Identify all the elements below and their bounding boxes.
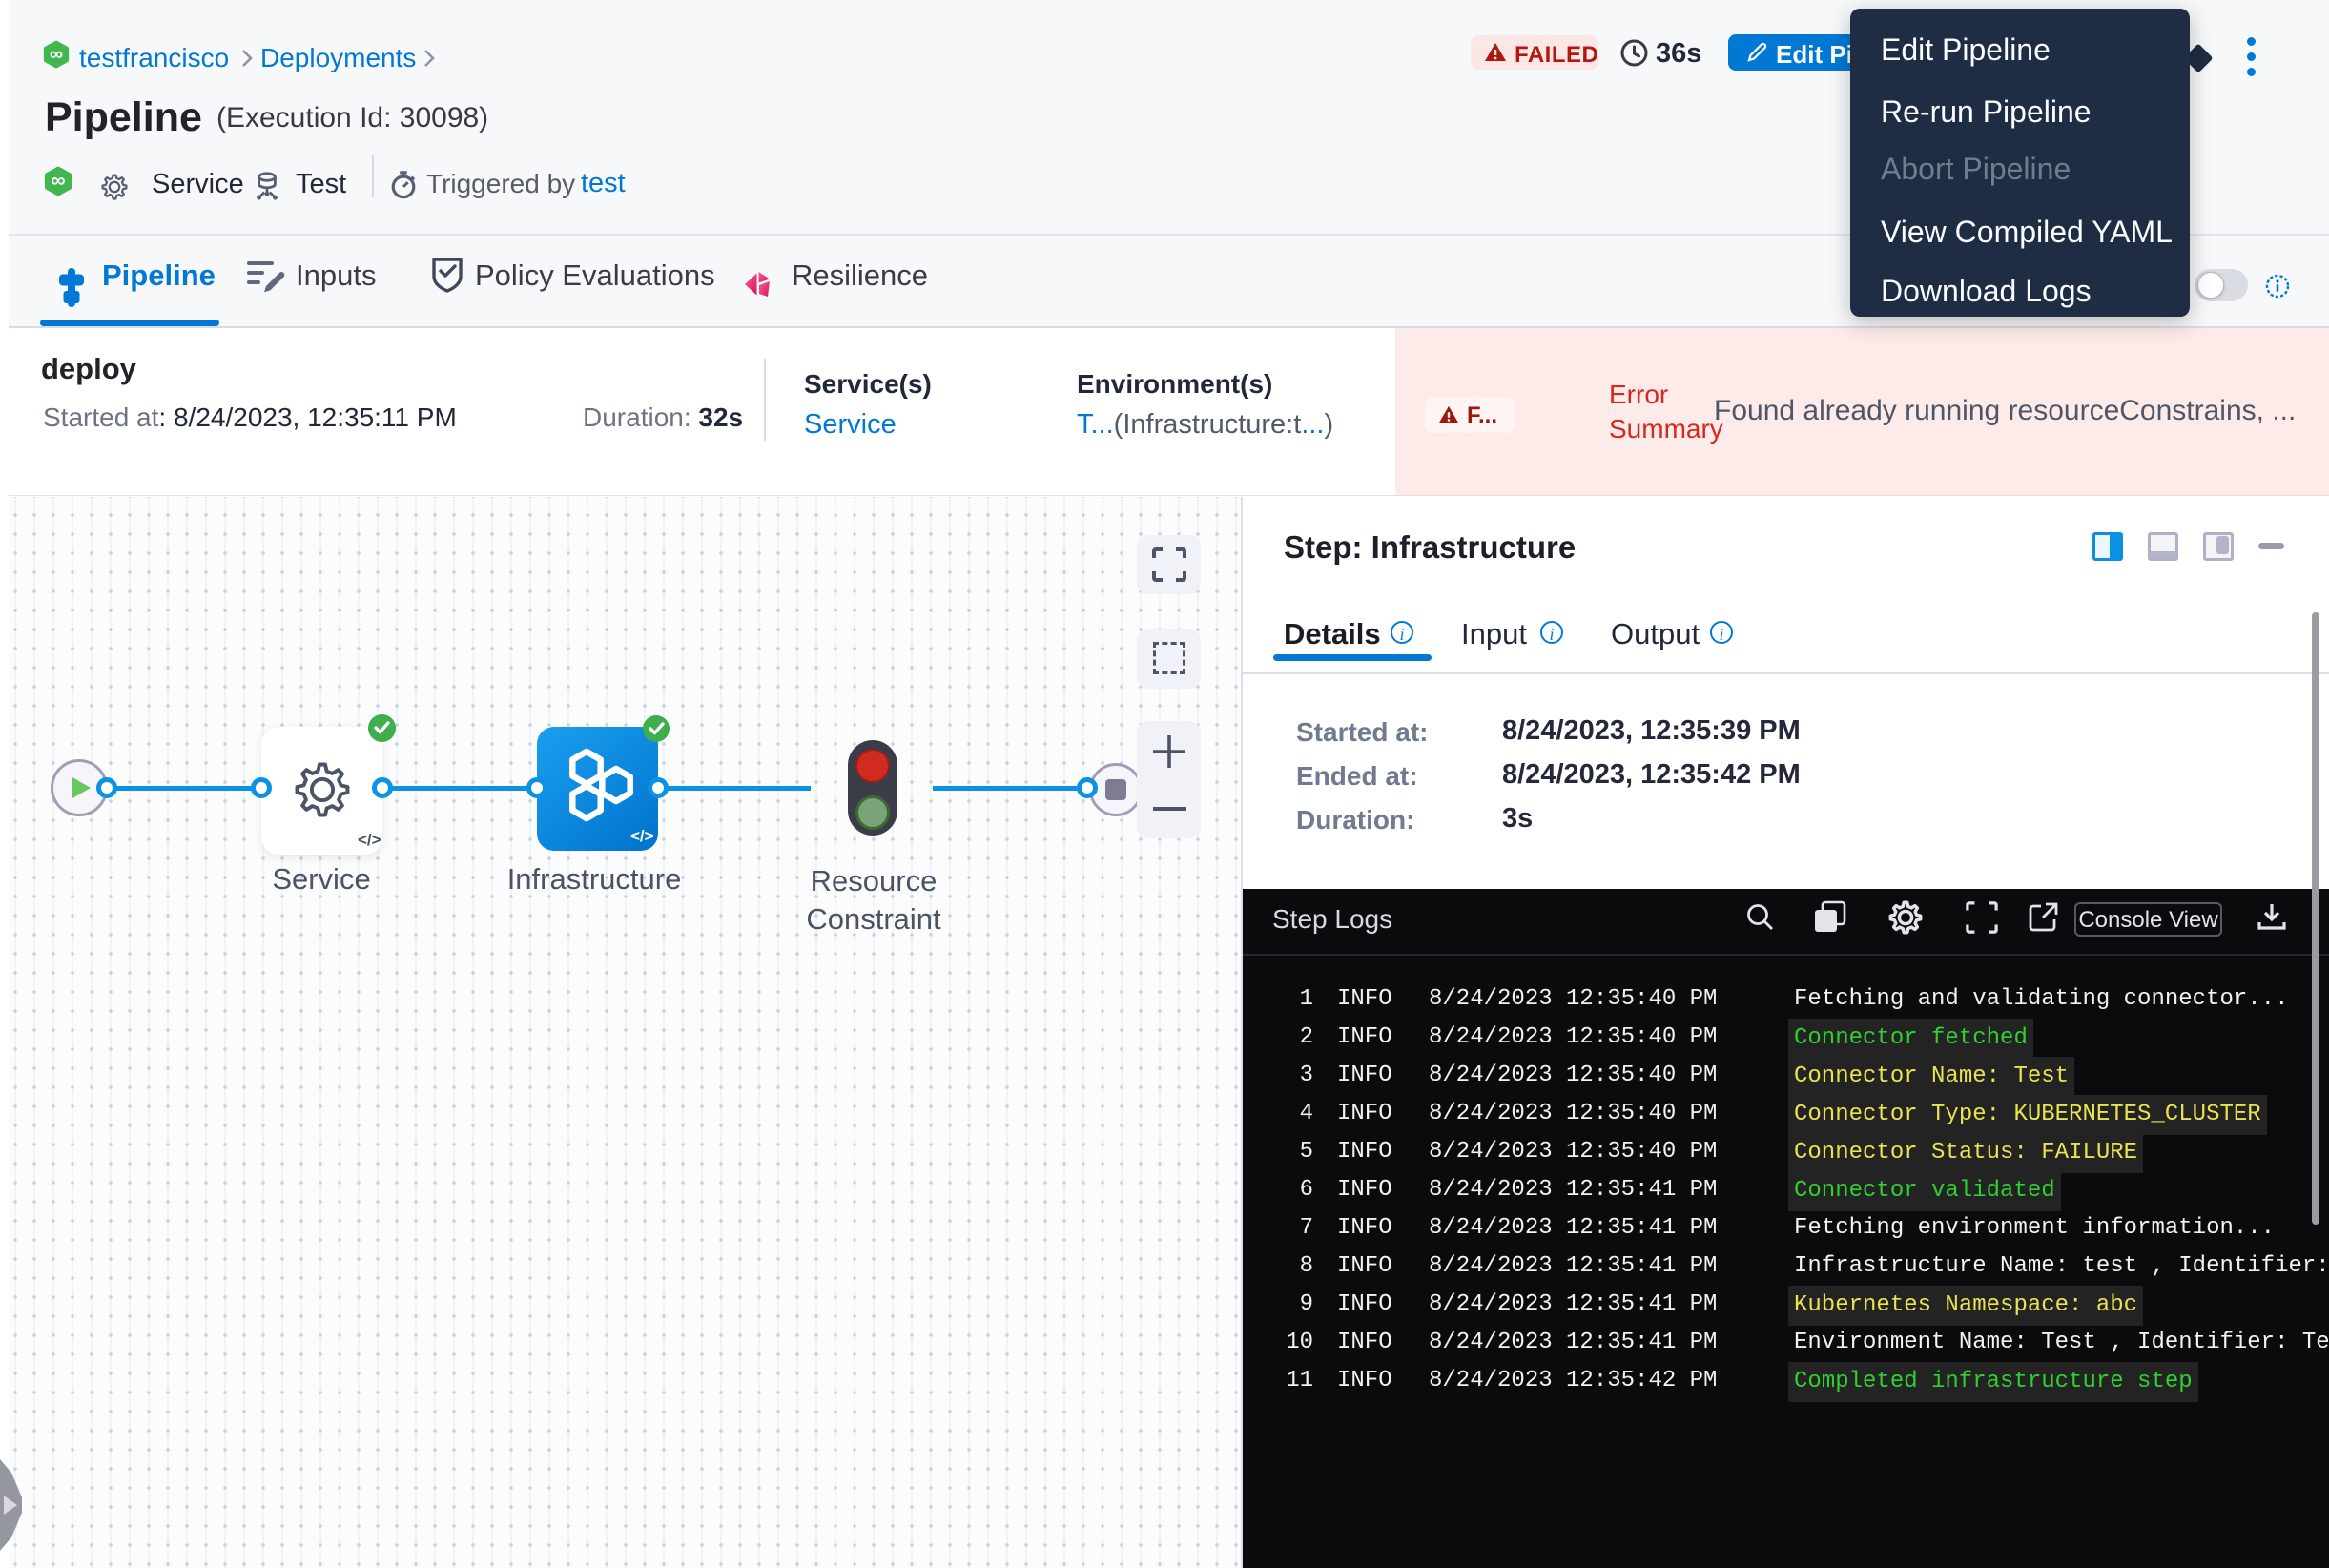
svg-text:∞: ∞: [51, 170, 65, 192]
svg-text:∞: ∞: [50, 44, 63, 65]
